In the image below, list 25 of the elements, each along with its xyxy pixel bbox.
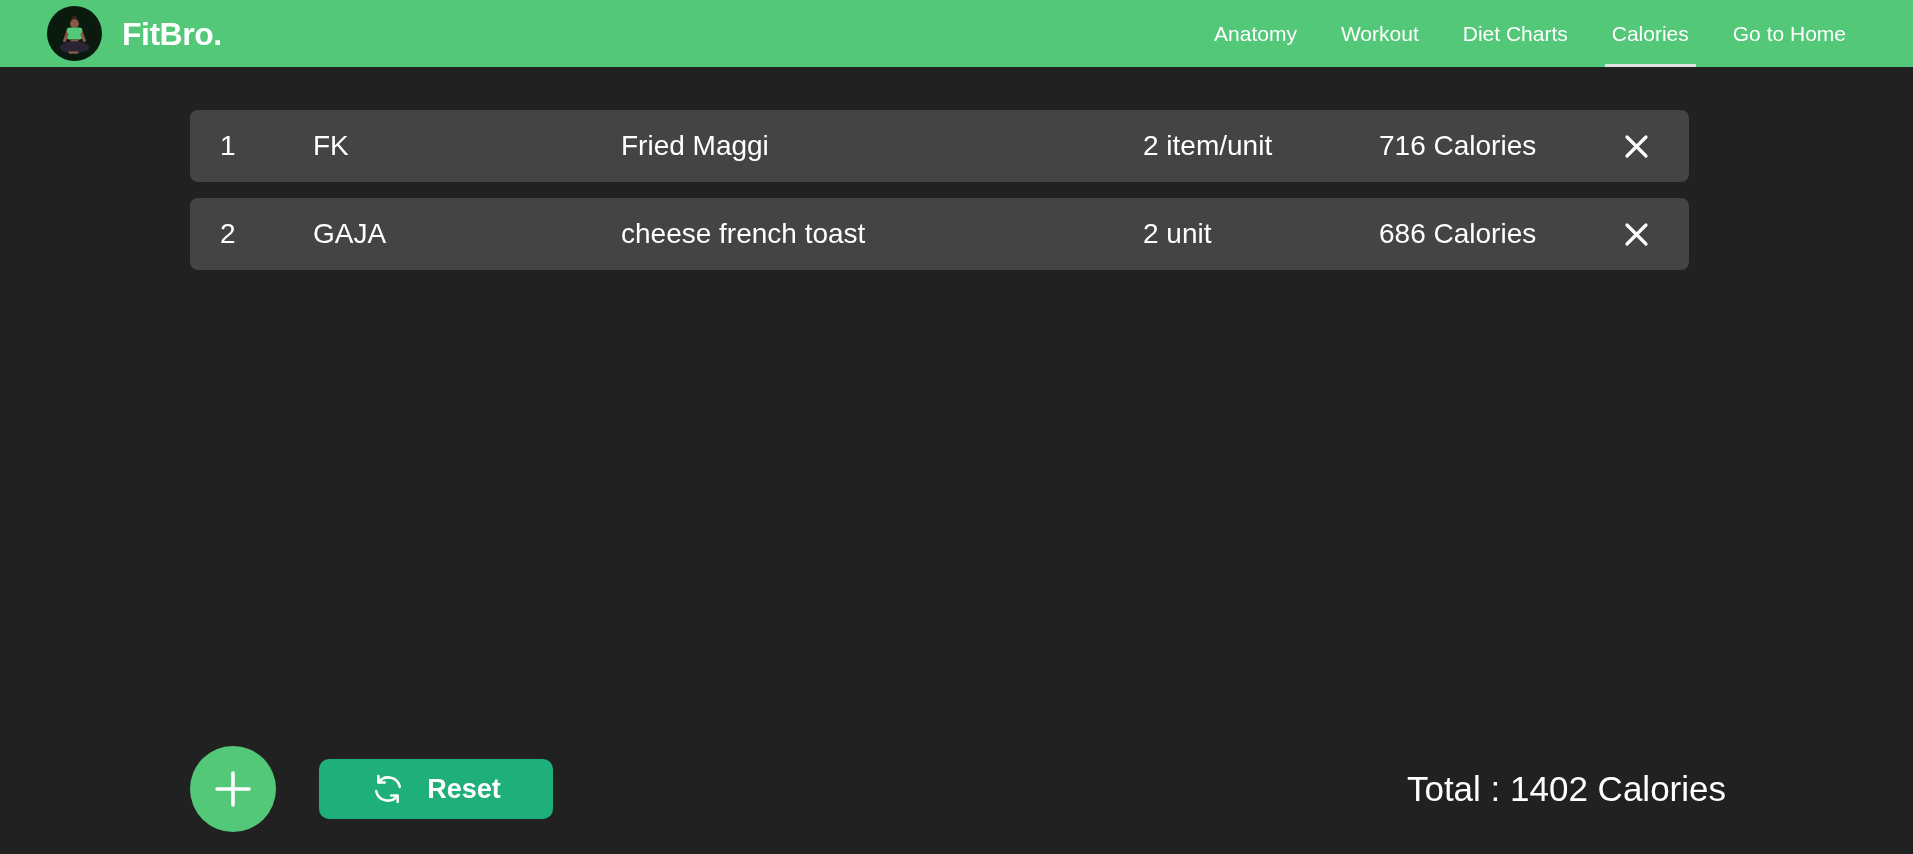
entry-number: 2	[220, 217, 236, 251]
quantity-text: 2 unit	[1143, 217, 1212, 251]
meditating-person-icon	[47, 6, 102, 61]
entry-name: FK	[313, 129, 349, 163]
total-calories-text: Total : 1402 Calories	[1406, 767, 1726, 810]
entry-name: GAJA	[313, 217, 387, 251]
brand-name: FitBro.	[122, 14, 222, 54]
close-icon	[1623, 220, 1650, 248]
refresh-icon	[373, 774, 404, 804]
food-name: cheese french toast	[621, 217, 866, 251]
calories-text: 716 Calories	[1379, 129, 1537, 163]
quantity-text: 2 item/unit	[1143, 129, 1273, 163]
nav-link[interactable]: Workout	[1333, 0, 1426, 67]
close-icon	[1623, 132, 1650, 160]
nav-link[interactable]: Go to Home	[1725, 0, 1853, 67]
entry-number: 1	[220, 129, 236, 163]
calories-text: 686 Calories	[1379, 217, 1537, 251]
nav-link[interactable]: Calories	[1604, 0, 1696, 67]
plus-icon	[215, 771, 251, 807]
delete-button[interactable]	[1623, 220, 1650, 248]
food-name: Fried Maggi	[621, 129, 769, 163]
nav-link[interactable]: Diet Charts	[1455, 0, 1575, 67]
nav-link[interactable]: Anatomy	[1207, 0, 1304, 67]
delete-button[interactable]	[1623, 132, 1650, 160]
reset-button[interactable]: Reset	[319, 759, 553, 819]
